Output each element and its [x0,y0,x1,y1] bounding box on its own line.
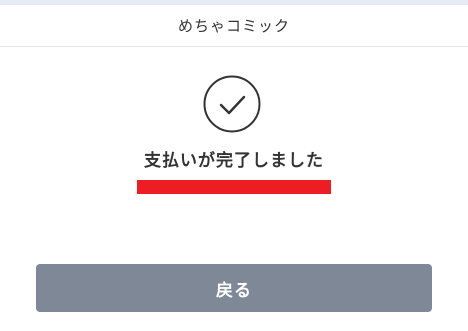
check-circle-icon [203,75,261,133]
highlight-bar [137,180,331,194]
payment-complete-message: 支払いが完了しました [144,151,324,171]
back-button[interactable]: 戻る [36,264,432,312]
app-header: めちゃコミック [0,5,468,47]
app-title: めちゃコミック [177,17,290,35]
